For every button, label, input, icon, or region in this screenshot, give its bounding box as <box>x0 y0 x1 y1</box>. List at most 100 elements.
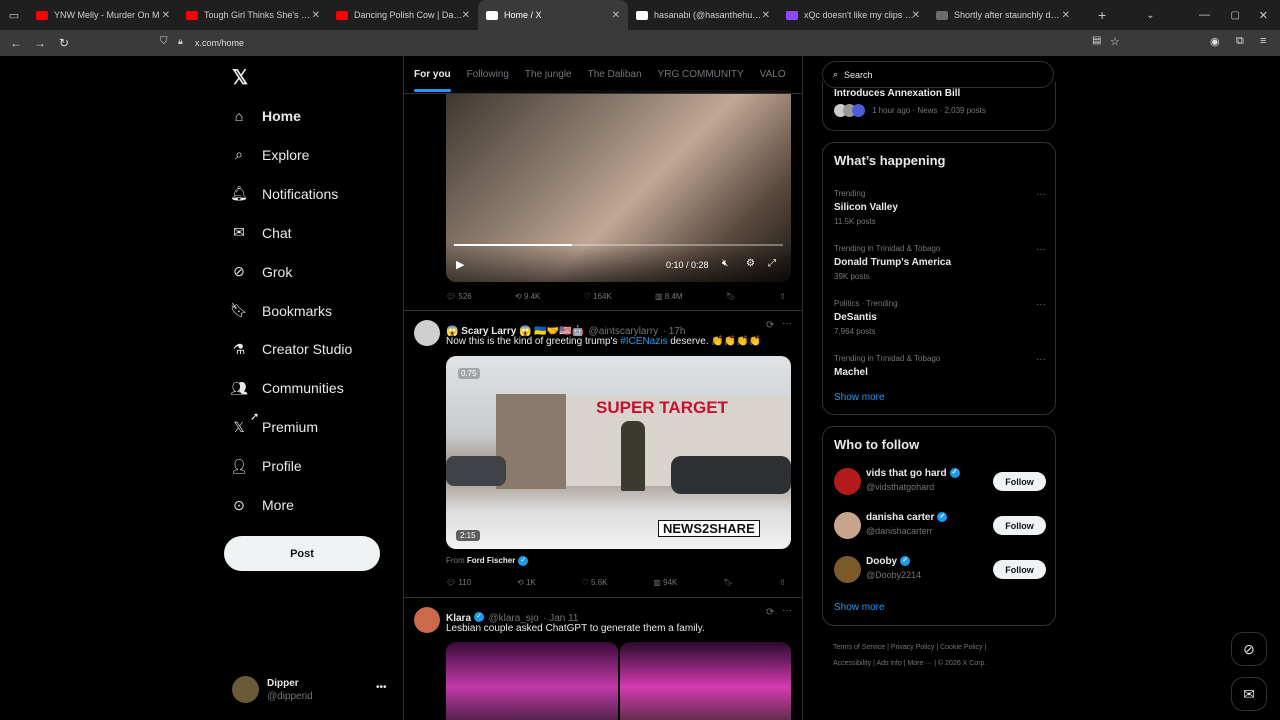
nav-item-grok[interactable]: ⊘ Grok <box>230 263 292 281</box>
grok-icon[interactable]: ⟳ <box>766 320 774 331</box>
nav-item-chat[interactable]: ✉ Chat <box>230 224 291 242</box>
source-name[interactable]: Ford Fischer <box>467 556 515 565</box>
browser-tab[interactable]: YNW Melly - Murder On M ✕ <box>28 0 178 30</box>
close-window-button[interactable]: ✕ <box>1259 9 1268 22</box>
close-tab-icon[interactable]: ✕ <box>912 10 920 21</box>
show-more-link[interactable]: Show more <box>834 602 885 613</box>
follow-button[interactable]: Follow <box>993 472 1046 491</box>
messages-float-button[interactable]: ✉ <box>1231 677 1267 711</box>
nav-item-bookmarks[interactable]: 🔖︎ Bookmarks <box>230 302 332 320</box>
nav-item-profile[interactable]: 👤︎ Profile <box>230 457 302 475</box>
fullscreen-icon[interactable]: ⤢ <box>768 258 776 269</box>
close-tab-icon[interactable]: ✕ <box>462 10 470 21</box>
nav-item-communities[interactable]: 👥︎ Communities <box>230 379 344 397</box>
settings-icon[interactable]: ⚙ <box>746 258 755 269</box>
browser-tab[interactable]: Tough Girl Thinks She's Untouc✕ <box>178 0 328 30</box>
nav-item-premium[interactable]: 𝕏 Premium <box>230 418 318 436</box>
extensions-icon[interactable]: ⧉ <box>1236 35 1244 48</box>
avatar[interactable] <box>834 468 861 495</box>
nav-item-home[interactable]: ⌂ Home <box>230 107 301 125</box>
browser-tab[interactable]: Home / X ✕ <box>478 0 628 30</box>
more-dots-icon[interactable]: ··· <box>782 318 792 329</box>
play-icon[interactable]: ▶ <box>456 258 464 271</box>
tab-for-you[interactable]: For you <box>414 69 451 92</box>
hashtag-link[interactable]: #ICENazis <box>620 336 667 347</box>
share-button[interactable]: ⇧ <box>779 292 786 301</box>
more-dots-icon[interactable]: ··· <box>1036 299 1046 310</box>
tab-valo[interactable]: VALO <box>760 69 786 80</box>
tweet-image[interactable] <box>446 642 618 720</box>
post-button[interactable]: Post <box>224 536 380 571</box>
more-dots-icon[interactable]: ··· <box>1036 244 1046 255</box>
playback-speed[interactable]: 0.75 <box>458 368 480 379</box>
close-tab-icon[interactable]: ✕ <box>762 10 770 21</box>
video-player[interactable]: SUPER TARGET 0.75 NEWS2SHARE 2:15 <box>446 356 791 549</box>
share-button[interactable]: ⇧ <box>779 578 786 587</box>
menu-icon[interactable]: ≡ <box>1260 35 1266 47</box>
browser-tab[interactable]: xQc doesn't like my clips - Twit ✕ <box>778 0 928 30</box>
more-dots-icon[interactable]: ••• <box>376 682 387 693</box>
x-logo-icon[interactable]: 𝕏 <box>232 65 248 90</box>
new-tab-button[interactable]: + <box>1098 7 1106 23</box>
trend-item[interactable]: Trending Silicon Valley 11.5K posts ··· <box>834 189 1046 226</box>
like-button[interactable]: ♡ 164K <box>584 292 612 301</box>
like-button[interactable]: ♡ 5.6K <box>582 578 608 587</box>
forward-button[interactable]: → <box>28 36 52 50</box>
more-dots-icon[interactable]: ··· <box>1036 189 1046 200</box>
follow-suggestion[interactable]: Dooby ✓ @Dooby2214 Follow <box>834 554 1046 586</box>
avatar[interactable] <box>834 512 861 539</box>
close-tab-icon[interactable]: ✕ <box>312 10 320 21</box>
nav-item-explore[interactable]: ⌕ Explore <box>230 146 309 164</box>
repost-button[interactable]: ⟲ 9.4K <box>515 292 540 301</box>
bookmark-button[interactable]: 🔖︎ <box>723 578 733 587</box>
browser-tab[interactable]: Shortly after staunchly denying✕ <box>928 0 1078 30</box>
video-player[interactable]: ▶ 0:10 / 0:28 🔇︎ ⚙ ⤢ <box>446 90 791 282</box>
nav-item-creator-studio[interactable]: ⚗ Creator Studio <box>230 340 353 358</box>
browser-tab[interactable]: Dancing Polish Cow | Dancing ✕ <box>328 0 478 30</box>
bookmark-star-icon[interactable]: ☆ <box>1110 35 1120 48</box>
close-tab-icon[interactable]: ✕ <box>612 10 620 21</box>
news-card[interactable]: Introduces Annexation Bill 1 hour ago · … <box>822 82 1056 131</box>
tab-the-daliban[interactable]: The Daliban <box>588 69 642 80</box>
avatar[interactable] <box>414 607 440 633</box>
footer-line[interactable]: Accessibility | Ads info | More ··· | © … <box>833 656 1045 672</box>
tab-list-chevron-icon[interactable]: ⌄ <box>1146 10 1154 21</box>
repost-button[interactable]: ⟲ 1K <box>517 578 536 587</box>
reload-button[interactable]: ↻ <box>52 36 76 50</box>
tab-the-jungle[interactable]: The jungle <box>525 69 572 80</box>
views-button[interactable]: ▥ 94K <box>653 578 677 587</box>
views-button[interactable]: ▥ 8.4M <box>655 292 683 301</box>
follow-button[interactable]: Follow <box>993 516 1046 535</box>
grok-float-button[interactable]: ⊘ <box>1231 632 1267 666</box>
reply-button[interactable]: 💬︎ 526 <box>446 292 472 301</box>
close-tab-icon[interactable]: ✕ <box>1062 10 1070 21</box>
trend-item[interactable]: Politics · Trending DeSantis 7,964 posts ··… <box>834 299 1046 336</box>
follow-suggestion[interactable]: vids that go hard ✓ @vidsthatgohard Follow <box>834 466 1046 498</box>
tab-yrg-community[interactable]: YRG COMMUNITY <box>658 69 744 80</box>
tweet-image[interactable] <box>620 642 791 720</box>
close-tab-icon[interactable]: ✕ <box>162 10 170 21</box>
more-dots-icon[interactable]: ··· <box>782 605 792 616</box>
footer-line[interactable]: Terms of Service | Privacy Policy | Cook… <box>833 640 1045 656</box>
follow-button[interactable]: Follow <box>993 560 1046 579</box>
address-bar[interactable]: x.com/home <box>195 38 244 48</box>
video-progress-track[interactable] <box>454 244 783 246</box>
back-button[interactable]: ← <box>4 36 28 50</box>
trend-item[interactable]: Trending in Trinidad & Tobago Donald Trum… <box>834 244 1046 281</box>
tab-following[interactable]: Following <box>467 69 509 80</box>
trend-item[interactable]: Trending in Trinidad & Tobago Machel ··· <box>834 354 1046 382</box>
nav-item-more[interactable]: ⊙ More <box>230 496 294 514</box>
avatar[interactable] <box>414 320 440 346</box>
account-switcher[interactable]: Dipper @dipperid ••• <box>232 676 387 703</box>
follow-suggestion[interactable]: danisha carter ✓ @danishacarterr Follow <box>834 510 1046 542</box>
reply-button[interactable]: 💬︎ 110 <box>446 578 471 587</box>
tab-actions-icon[interactable]: ▭ <box>0 9 28 22</box>
bookmark-button[interactable]: 🔖︎ <box>726 292 736 301</box>
show-more-link[interactable]: Show more <box>834 392 885 403</box>
more-dots-icon[interactable]: ··· <box>1036 354 1046 365</box>
account-icon[interactable]: ◉ <box>1210 35 1220 48</box>
nav-item-notifications[interactable]: 🔔︎ Notifications <box>230 185 338 203</box>
minimize-button[interactable]: — <box>1199 9 1210 21</box>
mute-icon[interactable]: 🔇︎ <box>722 258 728 269</box>
reader-view-icon[interactable]: ▤ <box>1092 35 1101 46</box>
